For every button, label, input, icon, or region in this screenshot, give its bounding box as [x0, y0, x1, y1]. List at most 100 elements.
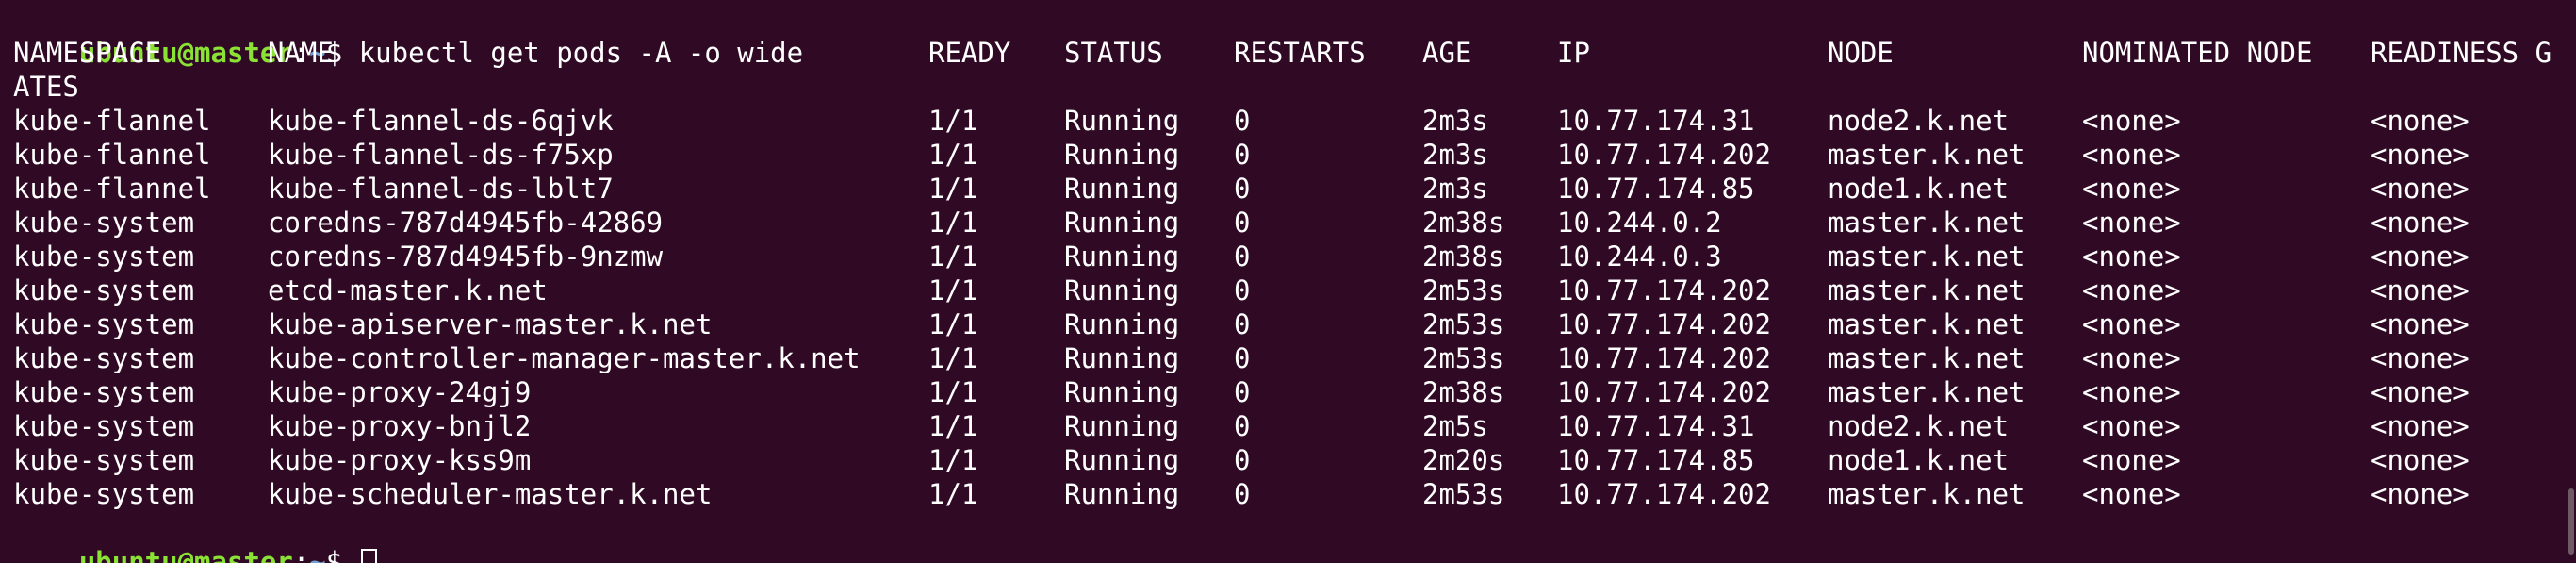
table-row: kube-system kube-apiserver-master.k.net 1/…: [13, 307, 2576, 341]
cell-node: master.k.net: [1828, 207, 2026, 239]
cell-restarts: 0: [1234, 139, 1251, 171]
cell-status: Running: [1064, 308, 1180, 340]
cell-age: 2m20s: [1422, 444, 1505, 476]
cell-restarts: 0: [1234, 207, 1251, 239]
cell-ip: 10.77.174.85: [1557, 444, 1755, 476]
cell-namespace: kube-system: [13, 410, 195, 442]
cell-ip: 10.77.174.202: [1557, 274, 1771, 306]
cell-age: 2m3s: [1422, 173, 1488, 205]
cell-ready: 1/1: [928, 207, 978, 239]
cell-namespace: kube-system: [13, 240, 195, 273]
cell-nominated-node: <none>: [2082, 410, 2181, 442]
cell-ready: 1/1: [928, 240, 978, 273]
cell-name: kube-controller-manager-master.k.net: [268, 342, 861, 374]
cell-nominated-node: <none>: [2082, 105, 2181, 137]
cell-status: Running: [1064, 105, 1180, 137]
cell-status: Running: [1064, 478, 1180, 510]
header-wrap-line: ATES: [13, 70, 2576, 104]
header-age: AGE: [1422, 37, 1472, 69]
cell-namespace: kube-flannel: [13, 173, 211, 205]
cell-readiness-gates: <none>: [2371, 240, 2469, 273]
cell-nominated-node: <none>: [2082, 444, 2181, 476]
header-nominated-node: NOMINATED NODE: [2082, 37, 2313, 69]
cell-ready: 1/1: [928, 376, 978, 408]
cell-age: 2m53s: [1422, 342, 1505, 374]
cell-readiness-gates: <none>: [2371, 207, 2469, 239]
cell-name: coredns-787d4945fb-42869: [268, 207, 664, 239]
cell-status: Running: [1064, 173, 1180, 205]
cell-ip: 10.77.174.202: [1557, 342, 1771, 374]
cell-status: Running: [1064, 376, 1180, 408]
cell-name: kube-scheduler-master.k.net: [268, 478, 713, 510]
terminal-window[interactable]: ubuntu@master:~$ kubectl get pods -A -o …: [0, 0, 2576, 563]
cell-age: 2m3s: [1422, 139, 1488, 171]
table-row: kube-system kube-proxy-24gj9 1/1 Running 0 2m…: [13, 375, 2576, 409]
cell-restarts: 0: [1234, 274, 1251, 306]
cell-node: master.k.net: [1828, 342, 2026, 374]
table-row: kube-system etcd-master.k.net 1/1 Running 0 2…: [13, 273, 2576, 307]
cell-node: node2.k.net: [1828, 410, 2010, 442]
cell-status: Running: [1064, 342, 1180, 374]
text-cursor[interactable]: [360, 549, 377, 563]
cell-ready: 1/1: [928, 444, 978, 476]
cell-readiness-gates: <none>: [2371, 105, 2469, 137]
cell-node: node1.k.net: [1828, 444, 2010, 476]
cell-ip: 10.77.174.202: [1557, 376, 1771, 408]
table-row: kube-system coredns-787d4945fb-42869 1/1 Ru…: [13, 206, 2576, 240]
cell-age: 2m5s: [1422, 410, 1488, 442]
cell-restarts: 0: [1234, 240, 1251, 273]
table-row: kube-system kube-proxy-kss9m 1/1 Running 0 2m…: [13, 443, 2576, 477]
cell-nominated-node: <none>: [2082, 240, 2181, 273]
cell-status: Running: [1064, 240, 1180, 273]
cell-ip: 10.77.174.202: [1557, 308, 1771, 340]
cell-age: 2m3s: [1422, 105, 1488, 137]
cell-ip: 10.77.174.31: [1557, 105, 1755, 137]
prompt-path: ~: [309, 546, 326, 563]
cell-readiness-gates: <none>: [2371, 444, 2469, 476]
cell-nominated-node: <none>: [2082, 478, 2181, 510]
cell-nominated-node: <none>: [2082, 207, 2181, 239]
header-name: NAME: [268, 37, 334, 69]
scrollbar-thumb[interactable]: [2568, 488, 2574, 555]
cell-node: master.k.net: [1828, 240, 2026, 273]
cell-readiness-gates: <none>: [2371, 478, 2469, 510]
cell-age: 2m53s: [1422, 478, 1505, 510]
cell-ip: 10.244.0.2: [1557, 207, 1722, 239]
cell-nominated-node: <none>: [2082, 376, 2181, 408]
cell-readiness-gates: <none>: [2371, 274, 2469, 306]
cell-nominated-node: <none>: [2082, 274, 2181, 306]
cell-node: node2.k.net: [1828, 105, 2010, 137]
cell-name: kube-flannel-ds-lblt7: [268, 173, 614, 205]
header-status: STATUS: [1064, 37, 1163, 69]
table-row: kube-flannel kube-flannel-ds-lblt7 1/1 Runn…: [13, 172, 2576, 206]
prompt-user-host: ubuntu@master: [78, 546, 293, 563]
header-namespace: NAMESPACE: [13, 37, 162, 69]
cell-restarts: 0: [1234, 410, 1251, 442]
cell-node: node1.k.net: [1828, 173, 2010, 205]
header-readiness-gates: READINESS G: [2371, 37, 2552, 69]
header-node: NODE: [1828, 37, 1894, 69]
cell-name: coredns-787d4945fb-9nzmw: [268, 240, 664, 273]
table-row: kube-system coredns-787d4945fb-9nzmw 1/1 Ru…: [13, 240, 2576, 273]
cell-name: kube-apiserver-master.k.net: [268, 308, 713, 340]
cell-ip: 10.77.174.85: [1557, 173, 1755, 205]
prompt-line[interactable]: ubuntu@master:~$: [13, 511, 2576, 563]
cell-namespace: kube-system: [13, 478, 195, 510]
header-restarts: RESTARTS: [1234, 37, 1366, 69]
cell-namespace: kube-flannel: [13, 139, 211, 171]
cell-ip: 10.77.174.31: [1557, 410, 1755, 442]
prompt-separator: :: [292, 546, 310, 563]
command-line: ubuntu@master:~$ kubectl get pods -A -o …: [13, 2, 2576, 69]
cell-readiness-gates: <none>: [2371, 342, 2469, 374]
cell-status: Running: [1064, 139, 1180, 171]
header-ready: READY: [928, 37, 1011, 69]
cell-namespace: kube-system: [13, 376, 195, 408]
cell-name: kube-proxy-24gj9: [268, 376, 532, 408]
cell-node: master.k.net: [1828, 376, 2026, 408]
cell-restarts: 0: [1234, 376, 1251, 408]
cell-namespace: kube-system: [13, 342, 195, 374]
cell-ready: 1/1: [928, 478, 978, 510]
table-row: kube-flannel kube-flannel-ds-f75xp 1/1 Runn…: [13, 138, 2576, 172]
cell-namespace: kube-flannel: [13, 105, 211, 137]
cell-namespace: kube-system: [13, 207, 195, 239]
